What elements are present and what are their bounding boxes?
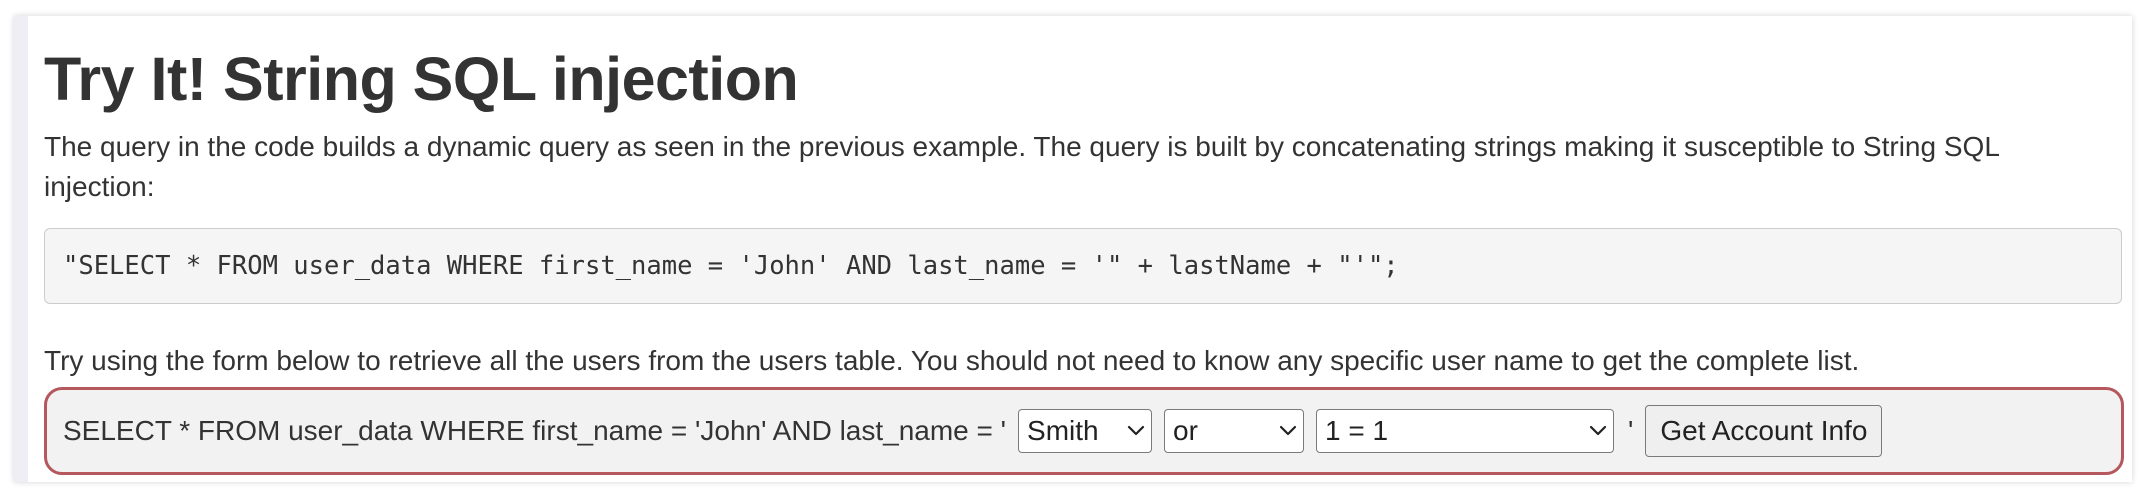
injection-form: SELECT * FROM user_data WHERE first_name…	[44, 387, 2124, 475]
operator-select-value: or	[1173, 415, 1198, 446]
chevron-down-icon	[1589, 425, 1607, 436]
instructions-paragraph: Try using the form below to retrieve all…	[44, 345, 1860, 376]
closing-quote: '	[1628, 415, 1634, 446]
left-rail	[14, 16, 28, 482]
condition-select[interactable]: 1 = 1	[1316, 409, 1615, 453]
page-title: Try It! String SQL injection	[44, 45, 799, 113]
code-snippet: "SELECT * FROM user_data WHERE first_nam…	[44, 228, 2122, 304]
chevron-down-icon	[1279, 425, 1297, 436]
last-name-select[interactable]: Smith	[1018, 409, 1153, 453]
lesson-panel: Try It! String SQL injection The query i…	[14, 16, 2132, 482]
last-name-select-value: Smith	[1027, 415, 1099, 446]
get-account-info-button[interactable]: Get Account Info	[1645, 405, 1883, 457]
query-prefix: SELECT * FROM user_data WHERE first_name…	[63, 415, 1007, 446]
intro-paragraph: The query in the code builds a dynamic q…	[44, 131, 1999, 202]
operator-select[interactable]: or	[1164, 409, 1305, 453]
chevron-down-icon	[1127, 425, 1145, 436]
condition-select-value: 1 = 1	[1325, 415, 1389, 446]
